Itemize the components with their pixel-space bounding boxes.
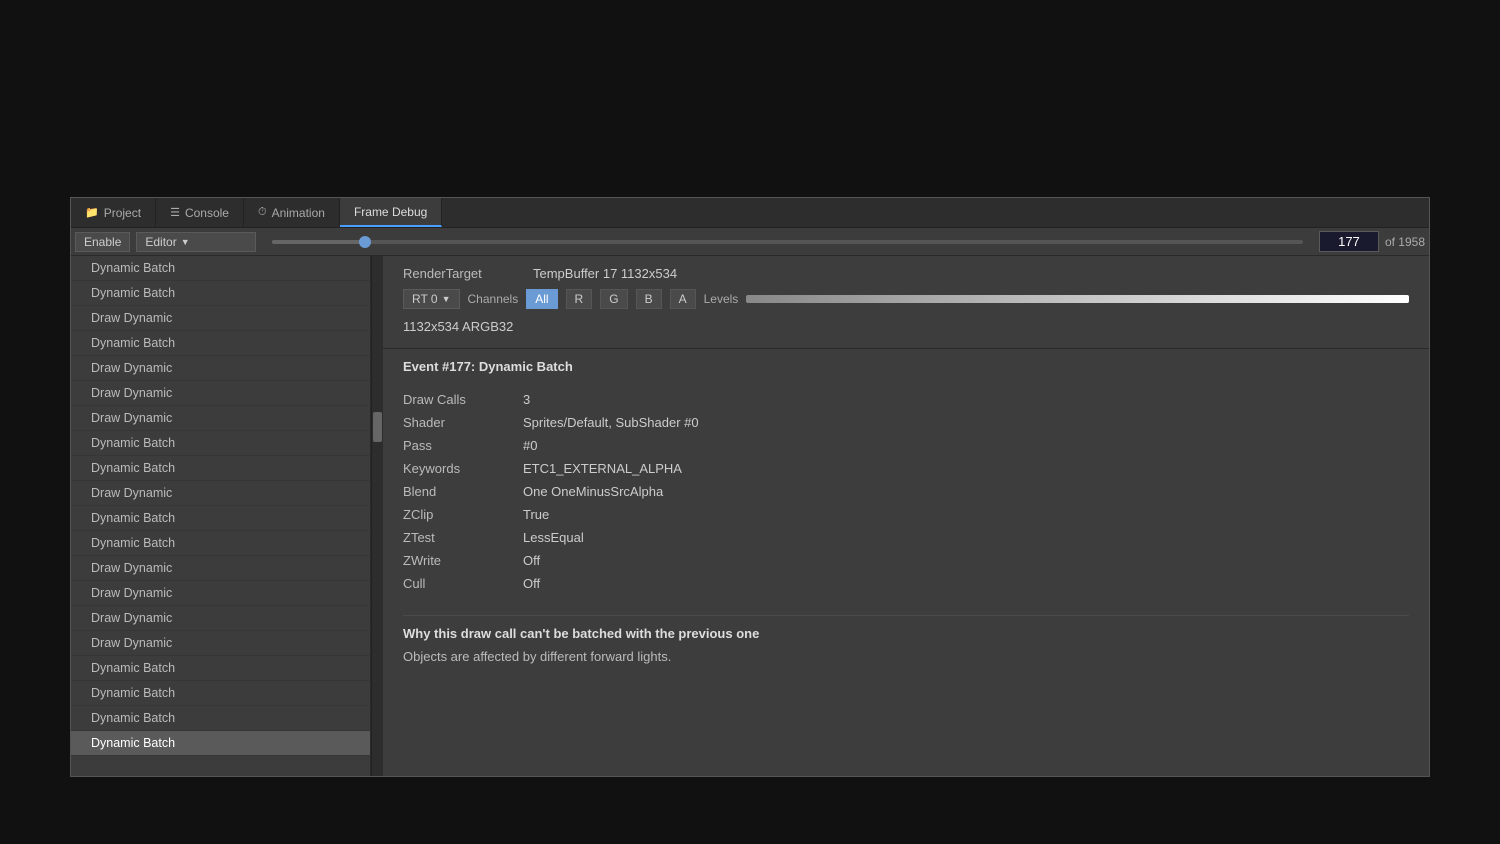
property-name: ZClip	[403, 507, 523, 522]
property-row: Draw Calls3	[403, 388, 1409, 411]
property-name: ZWrite	[403, 553, 523, 568]
property-value: True	[523, 507, 549, 522]
list-item[interactable]: Dynamic Batch	[71, 256, 370, 281]
resolution-text: 1132x534 ARGB32	[403, 315, 1409, 338]
tab-console-label: Console	[185, 206, 229, 220]
channel-all-button[interactable]: All	[526, 289, 557, 309]
channel-b-button[interactable]: B	[636, 289, 662, 309]
list-item[interactable]: Draw Dynamic	[71, 356, 370, 381]
list-item[interactable]: Draw Dynamic	[71, 381, 370, 406]
list-item[interactable]: Dynamic Batch	[71, 431, 370, 456]
rt-dropdown-label: RT 0	[412, 292, 438, 306]
channel-g-button[interactable]: G	[600, 289, 627, 309]
channel-r-button[interactable]: R	[566, 289, 593, 309]
animation-icon: ⏱	[258, 206, 267, 219]
project-icon: 📁	[85, 206, 99, 219]
editor-dropdown-label: Editor	[145, 235, 176, 249]
list-item[interactable]: Draw Dynamic	[71, 556, 370, 581]
property-value: LessEqual	[523, 530, 584, 545]
property-row: Pass#0	[403, 434, 1409, 457]
property-row: ZTestLessEqual	[403, 526, 1409, 549]
property-row: CullOff	[403, 572, 1409, 595]
render-target-label: RenderTarget	[403, 266, 513, 281]
enable-button[interactable]: Enable	[75, 232, 130, 252]
list-item[interactable]: Draw Dynamic	[71, 306, 370, 331]
frame-total-label: of 1958	[1385, 235, 1425, 249]
list-item[interactable]: Dynamic Batch	[71, 281, 370, 306]
list-item[interactable]: Draw Dynamic	[71, 606, 370, 631]
property-row: ZClipTrue	[403, 503, 1409, 526]
property-value: Sprites/Default, SubShader #0	[523, 415, 699, 430]
property-value: #0	[523, 438, 537, 453]
event-details: Event #177: Dynamic Batch Draw Calls3Sha…	[383, 349, 1429, 674]
tab-bar: 📁 Project ☰ Console ⏱ Animation Frame De…	[71, 198, 1429, 228]
batch-warning-title: Why this draw call can't be batched with…	[403, 626, 1409, 641]
list-item[interactable]: Dynamic Batch	[71, 331, 370, 356]
list-item[interactable]: Draw Dynamic	[71, 481, 370, 506]
list-item[interactable]: Draw Dynamic	[71, 406, 370, 431]
property-name: Blend	[403, 484, 523, 499]
list-item[interactable]: Dynamic Batch	[71, 531, 370, 556]
levels-slider[interactable]	[746, 295, 1409, 303]
list-item[interactable]: Dynamic Batch	[71, 506, 370, 531]
properties-list: Draw Calls3ShaderSprites/Default, SubSha…	[403, 388, 1409, 595]
batch-warning: Why this draw call can't be batched with…	[403, 615, 1409, 664]
tab-animation[interactable]: ⏱ Animation	[244, 198, 340, 227]
render-target-value: TempBuffer 17 1132x534	[533, 266, 677, 281]
rt-chevron-icon: ▼	[442, 294, 451, 304]
tab-console[interactable]: ☰ Console	[156, 198, 244, 227]
frame-slider-container	[262, 240, 1313, 244]
content-area: Dynamic BatchDynamic BatchDraw DynamicDy…	[71, 256, 1429, 776]
property-name: Pass	[403, 438, 523, 453]
property-row: ZWriteOff	[403, 549, 1409, 572]
tab-frame-debug-label: Frame Debug	[354, 205, 427, 219]
property-value: Off	[523, 576, 540, 591]
property-value: Off	[523, 553, 540, 568]
property-row: BlendOne OneMinusSrcAlpha	[403, 480, 1409, 503]
toolbar: Enable Editor ▼ of 1958	[71, 228, 1429, 256]
channel-a-button[interactable]: A	[670, 289, 696, 309]
property-name: Shader	[403, 415, 523, 430]
property-value: One OneMinusSrcAlpha	[523, 484, 663, 499]
details-header: RenderTarget TempBuffer 17 1132x534 RT 0…	[383, 256, 1429, 349]
scrollbar[interactable]	[371, 256, 383, 776]
list-item[interactable]: Dynamic Batch	[71, 681, 370, 706]
event-title: Event #177: Dynamic Batch	[403, 359, 1409, 374]
editor-dropdown[interactable]: Editor ▼	[136, 232, 256, 252]
levels-label: Levels	[704, 292, 739, 306]
console-icon: ☰	[170, 206, 180, 219]
frame-slider[interactable]	[272, 240, 1303, 244]
list-item[interactable]: Draw Dynamic	[71, 581, 370, 606]
list-item[interactable]: Dynamic Batch	[71, 456, 370, 481]
event-list[interactable]: Dynamic BatchDynamic BatchDraw DynamicDy…	[71, 256, 370, 776]
frame-number-input[interactable]	[1319, 231, 1379, 252]
property-name: ZTest	[403, 530, 523, 545]
list-item[interactable]: Dynamic Batch	[71, 706, 370, 731]
property-name: Keywords	[403, 461, 523, 476]
rt-dropdown[interactable]: RT 0 ▼	[403, 289, 460, 309]
property-row: ShaderSprites/Default, SubShader #0	[403, 411, 1409, 434]
property-value: 3	[523, 392, 530, 407]
tab-frame-debug[interactable]: Frame Debug	[340, 198, 442, 227]
tab-animation-label: Animation	[272, 206, 325, 220]
property-name: Cull	[403, 576, 523, 591]
list-item[interactable]: Dynamic Batch	[71, 656, 370, 681]
property-name: Draw Calls	[403, 392, 523, 407]
property-row: KeywordsETC1_EXTERNAL_ALPHA	[403, 457, 1409, 480]
property-value: ETC1_EXTERNAL_ALPHA	[523, 461, 682, 476]
tab-project-label: Project	[104, 206, 141, 220]
tab-project[interactable]: 📁 Project	[71, 198, 156, 227]
chevron-down-icon: ▼	[181, 237, 190, 247]
list-item[interactable]: Draw Dynamic	[71, 631, 370, 656]
channels-label: Channels	[468, 292, 519, 306]
event-list-panel: Dynamic BatchDynamic BatchDraw DynamicDy…	[71, 256, 371, 776]
batch-warning-desc: Objects are affected by different forwar…	[403, 649, 1409, 664]
list-item[interactable]: Dynamic Batch	[71, 731, 370, 756]
details-panel: RenderTarget TempBuffer 17 1132x534 RT 0…	[383, 256, 1429, 776]
